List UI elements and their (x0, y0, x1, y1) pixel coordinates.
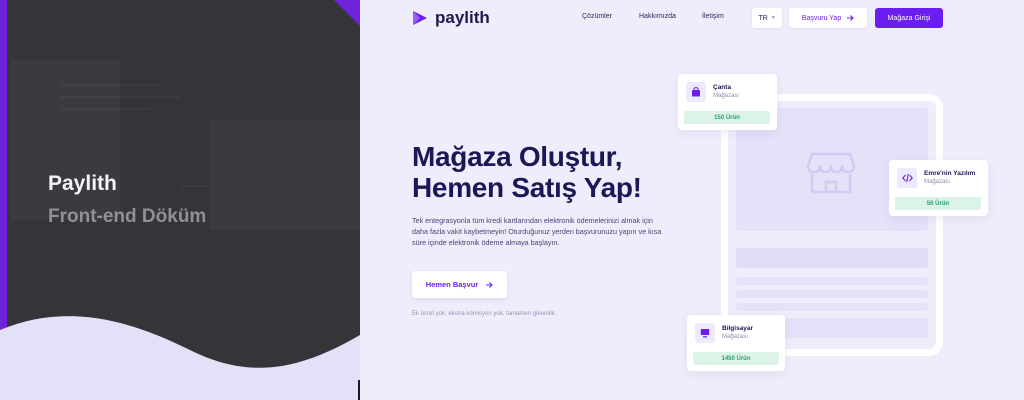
nav-link-solutions[interactable]: Çözümler (582, 13, 612, 20)
apply-button[interactable]: Başvuru Yap (789, 8, 867, 28)
product-count-badge: 50 Ürün (895, 197, 981, 210)
brand-logo[interactable]: paylith (411, 8, 490, 28)
apply-now-label: Hemen Başvur (425, 280, 479, 289)
store-card: Bilgisayar Mağazası 1450 Ürün (687, 315, 785, 371)
store-card-type: Mağazası (924, 179, 951, 185)
background-ghost-line (60, 108, 150, 110)
monitor-icon (695, 323, 715, 343)
tablet-line (736, 277, 928, 285)
tablet-line (736, 290, 928, 298)
product-count-badge: 1450 Ürün (693, 352, 779, 365)
language-select[interactable]: TR ▼ (752, 8, 782, 28)
storefront-icon (806, 152, 856, 194)
hero-title: Mağaza Oluştur, Hemen Satış Yap! (412, 141, 642, 203)
store-card-type: Mağazası (722, 334, 749, 340)
store-card: Çanta Mağazası 150 Ürün (678, 74, 777, 130)
logo-mark-icon (413, 11, 427, 25)
hero-title-line-2: Hemen Satış Yap! (412, 172, 642, 203)
tablet-bar (736, 248, 928, 268)
nav-link-contact[interactable]: İletişim (702, 13, 724, 20)
product-count-badge: 150 Ürün (684, 111, 770, 124)
accent-corner (334, 0, 360, 26)
bag-icon (686, 82, 706, 102)
hero-description: Tek entegrasyonla tüm kredi kartlarından… (412, 216, 662, 247)
chevron-down-icon: ▼ (770, 15, 776, 21)
arrow-right-icon (486, 281, 494, 288)
cover-subtitle: Front-end Döküm (48, 206, 207, 227)
language-value: TR (758, 14, 768, 22)
store-card-name: Emre'nin Yazılım (924, 170, 976, 177)
hero-note: Ek ücret yok, ekstra komisyon yok, tamam… (412, 311, 557, 317)
store-card: Emre'nin Yazılım Mağazası 50 Ürün (889, 160, 988, 216)
hero-title-line-1: Mağaza Oluştur, (412, 141, 623, 172)
background-ghost-line (180, 185, 210, 187)
accent-stripe (0, 0, 7, 340)
wave-shape (0, 316, 360, 400)
cover-title: Paylith (48, 172, 117, 195)
background-ghost-line (60, 84, 160, 86)
store-login-button[interactable]: Mağaza Girişi (875, 8, 943, 28)
left-cover-panel: Paylith Front-end Döküm (0, 0, 360, 400)
apply-label: Başvuru Yap (801, 14, 842, 22)
store-card-name: Çanta (713, 84, 732, 91)
background-ghost-block (210, 120, 360, 230)
code-icon (897, 168, 917, 188)
store-card-type: Mağazası (713, 93, 740, 99)
background-ghost-line (60, 96, 180, 98)
brand-name: paylith (435, 8, 490, 27)
arrow-right-icon (847, 15, 854, 21)
nav-link-about[interactable]: Hakkımızda (639, 13, 676, 20)
panel-divider (358, 380, 360, 400)
store-card-name: Bilgisayar (722, 325, 754, 332)
apply-now-button[interactable]: Hemen Başvur (412, 271, 507, 298)
tablet-line (736, 303, 928, 311)
